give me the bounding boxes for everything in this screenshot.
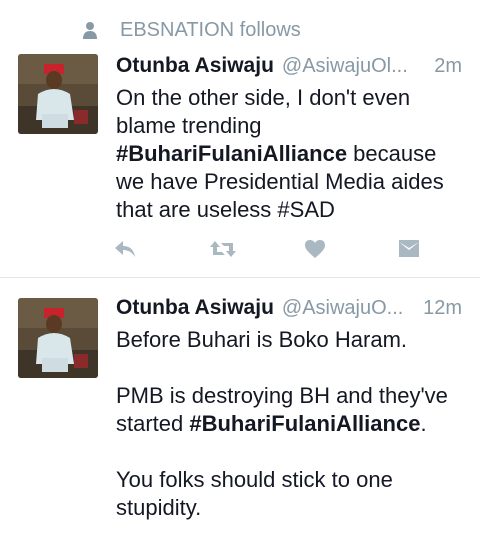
- reply-button[interactable]: [112, 236, 138, 262]
- direct-message-button[interactable]: [396, 236, 422, 262]
- author-name[interactable]: Otunba Asiwaju: [116, 296, 274, 320]
- avatar[interactable]: [18, 54, 98, 134]
- hashtag-link[interactable]: #BuhariFulaniAlliance: [189, 411, 420, 436]
- tweet-paragraph: PMB is destroying BH and they've started…: [116, 382, 466, 438]
- tweet-header: Otunba Asiwaju @AsiwajuO... 12m: [116, 296, 462, 326]
- author-handle[interactable]: @AsiwajuOl...: [282, 55, 424, 78]
- tweet-header: Otunba Asiwaju @AsiwajuOl... 2m: [116, 54, 462, 84]
- tweet[interactable]: Otunba Asiwaju @AsiwajuO... 12m Before B…: [0, 278, 480, 559]
- tweet-paragraph: You folks should stick to one stupidity.: [116, 467, 393, 520]
- tweet-time[interactable]: 12m: [423, 297, 462, 320]
- tweet-time[interactable]: 2m: [434, 55, 462, 78]
- tweet-text: Before Buhari is Boko Haram. PMB is dest…: [116, 326, 466, 522]
- envelope-icon: [398, 239, 420, 259]
- tweet-text-part: .: [420, 411, 427, 436]
- retweet-button[interactable]: [210, 236, 236, 262]
- tweet[interactable]: Otunba Asiwaju @AsiwajuOl... 2m On the o…: [0, 0, 480, 278]
- hashtag-link[interactable]: #BuhariFulaniAlliance: [116, 141, 347, 166]
- retweet-icon: [209, 239, 237, 259]
- tweet-paragraph: Before Buhari is Boko Haram.: [116, 327, 408, 352]
- tweet-text: On the other side, I don't even blame tr…: [116, 84, 466, 224]
- tweet-text-part: On the other side, I don't even blame tr…: [116, 85, 411, 138]
- like-button[interactable]: [302, 236, 328, 262]
- tweet-actions: [115, 236, 426, 262]
- heart-icon: [304, 239, 326, 259]
- author-name[interactable]: Otunba Asiwaju: [116, 54, 274, 78]
- author-handle[interactable]: @AsiwajuO...: [282, 297, 413, 320]
- reply-icon: [113, 239, 137, 259]
- avatar[interactable]: [18, 298, 98, 378]
